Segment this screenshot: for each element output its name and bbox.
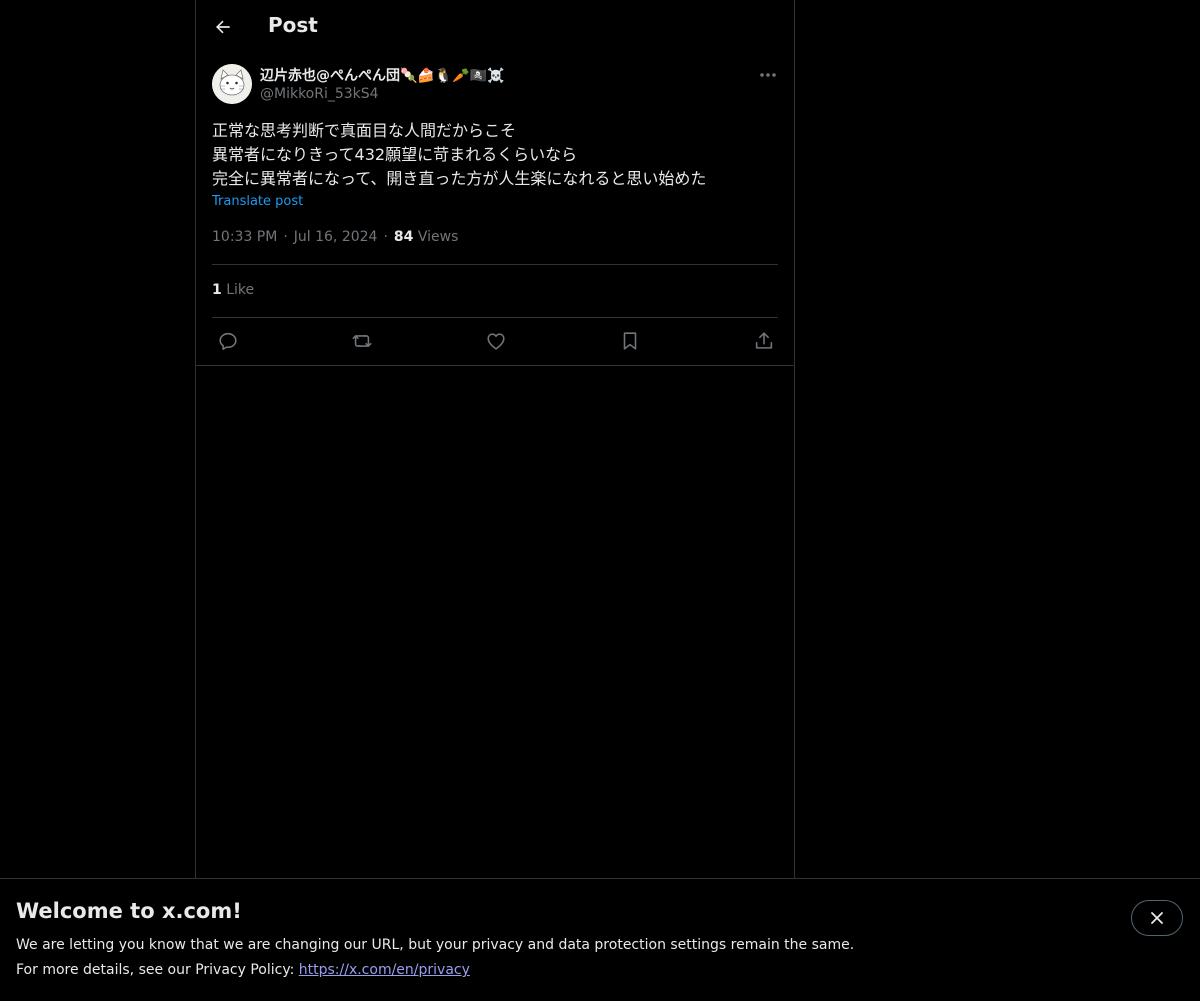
arrow-left-icon	[216, 20, 230, 34]
post-header: Post	[196, 0, 794, 53]
like-button[interactable]	[483, 328, 509, 354]
likes-summary[interactable]: 1 Like	[212, 282, 254, 298]
post-metadata: 10:33 PM · Jul 16, 2024 · 84 Views	[212, 229, 458, 245]
back-button[interactable]	[210, 14, 236, 40]
post-date[interactable]: Jul 16, 2024	[294, 229, 378, 245]
banner-message: We are letting you know that we are chan…	[16, 937, 855, 953]
reply-icon	[219, 332, 237, 351]
views: 84 Views	[394, 229, 458, 245]
divider	[196, 365, 794, 366]
post-text: 正常な思考判断で真面目な人間だからこそ 異常者になりきって432願望に苛まれるく…	[212, 119, 778, 191]
page-title: Post	[268, 13, 318, 37]
cat-avatar-icon	[212, 64, 252, 104]
banner-title: Welcome to x.com!	[16, 899, 242, 923]
divider	[212, 264, 778, 265]
post-time[interactable]: 10:33 PM	[212, 229, 277, 245]
bookmark-button[interactable]	[617, 328, 643, 354]
privacy-policy-link[interactable]: https://x.com/en/privacy	[299, 962, 470, 978]
more-horizontal-icon	[760, 73, 776, 77]
likes-count: 1	[212, 282, 222, 298]
close-icon	[1151, 912, 1163, 924]
views-count: 84	[393, 229, 414, 245]
repost-button[interactable]	[349, 328, 375, 354]
repost-icon	[352, 335, 372, 347]
display-name[interactable]: 辺片赤也@ぺんぺん団🍡🍰🐧🥕🏴‍☠️☠️	[260, 65, 505, 85]
bookmark-icon	[623, 332, 637, 350]
banner-details: For more details, see our Privacy Policy…	[16, 962, 470, 978]
likes-label: Like	[226, 282, 255, 298]
more-options-button[interactable]	[756, 64, 780, 86]
translate-post-link[interactable]: Translate post	[212, 194, 303, 209]
post-text-line: 完全に異常者になって、開き直った方が人生楽になれると思い始めた	[212, 169, 707, 188]
heart-icon	[487, 333, 505, 350]
banner-details-text: For more details, see our Privacy Policy…	[16, 962, 299, 978]
share-button[interactable]	[751, 328, 777, 354]
separator-dot: ·	[383, 229, 388, 245]
main-column: Post 辺片赤也@ぺんぺん団🍡🍰🐧🥕🏴‍☠️☠️ @MikkoRi_53kS4…	[195, 0, 795, 878]
separator-dot: ·	[283, 229, 288, 245]
avatar[interactable]	[212, 64, 252, 104]
author-handle[interactable]: @MikkoRi_53kS4	[260, 86, 379, 102]
reply-button[interactable]	[215, 328, 241, 354]
post-text-line: 正常な思考判断で真面目な人間だからこそ	[212, 121, 517, 140]
share-icon	[755, 332, 773, 349]
post-text-line: 異常者になりきって432願望に苛まれるくらいなら	[212, 145, 578, 164]
close-banner-button[interactable]	[1131, 900, 1183, 936]
author-name-row: 辺片赤也@ぺんぺん団🍡🍰🐧🥕🏴‍☠️☠️	[260, 64, 505, 86]
url-change-banner: Welcome to x.com! We are letting you kno…	[0, 878, 1200, 1001]
divider	[212, 317, 778, 318]
views-label: Views	[417, 229, 459, 245]
